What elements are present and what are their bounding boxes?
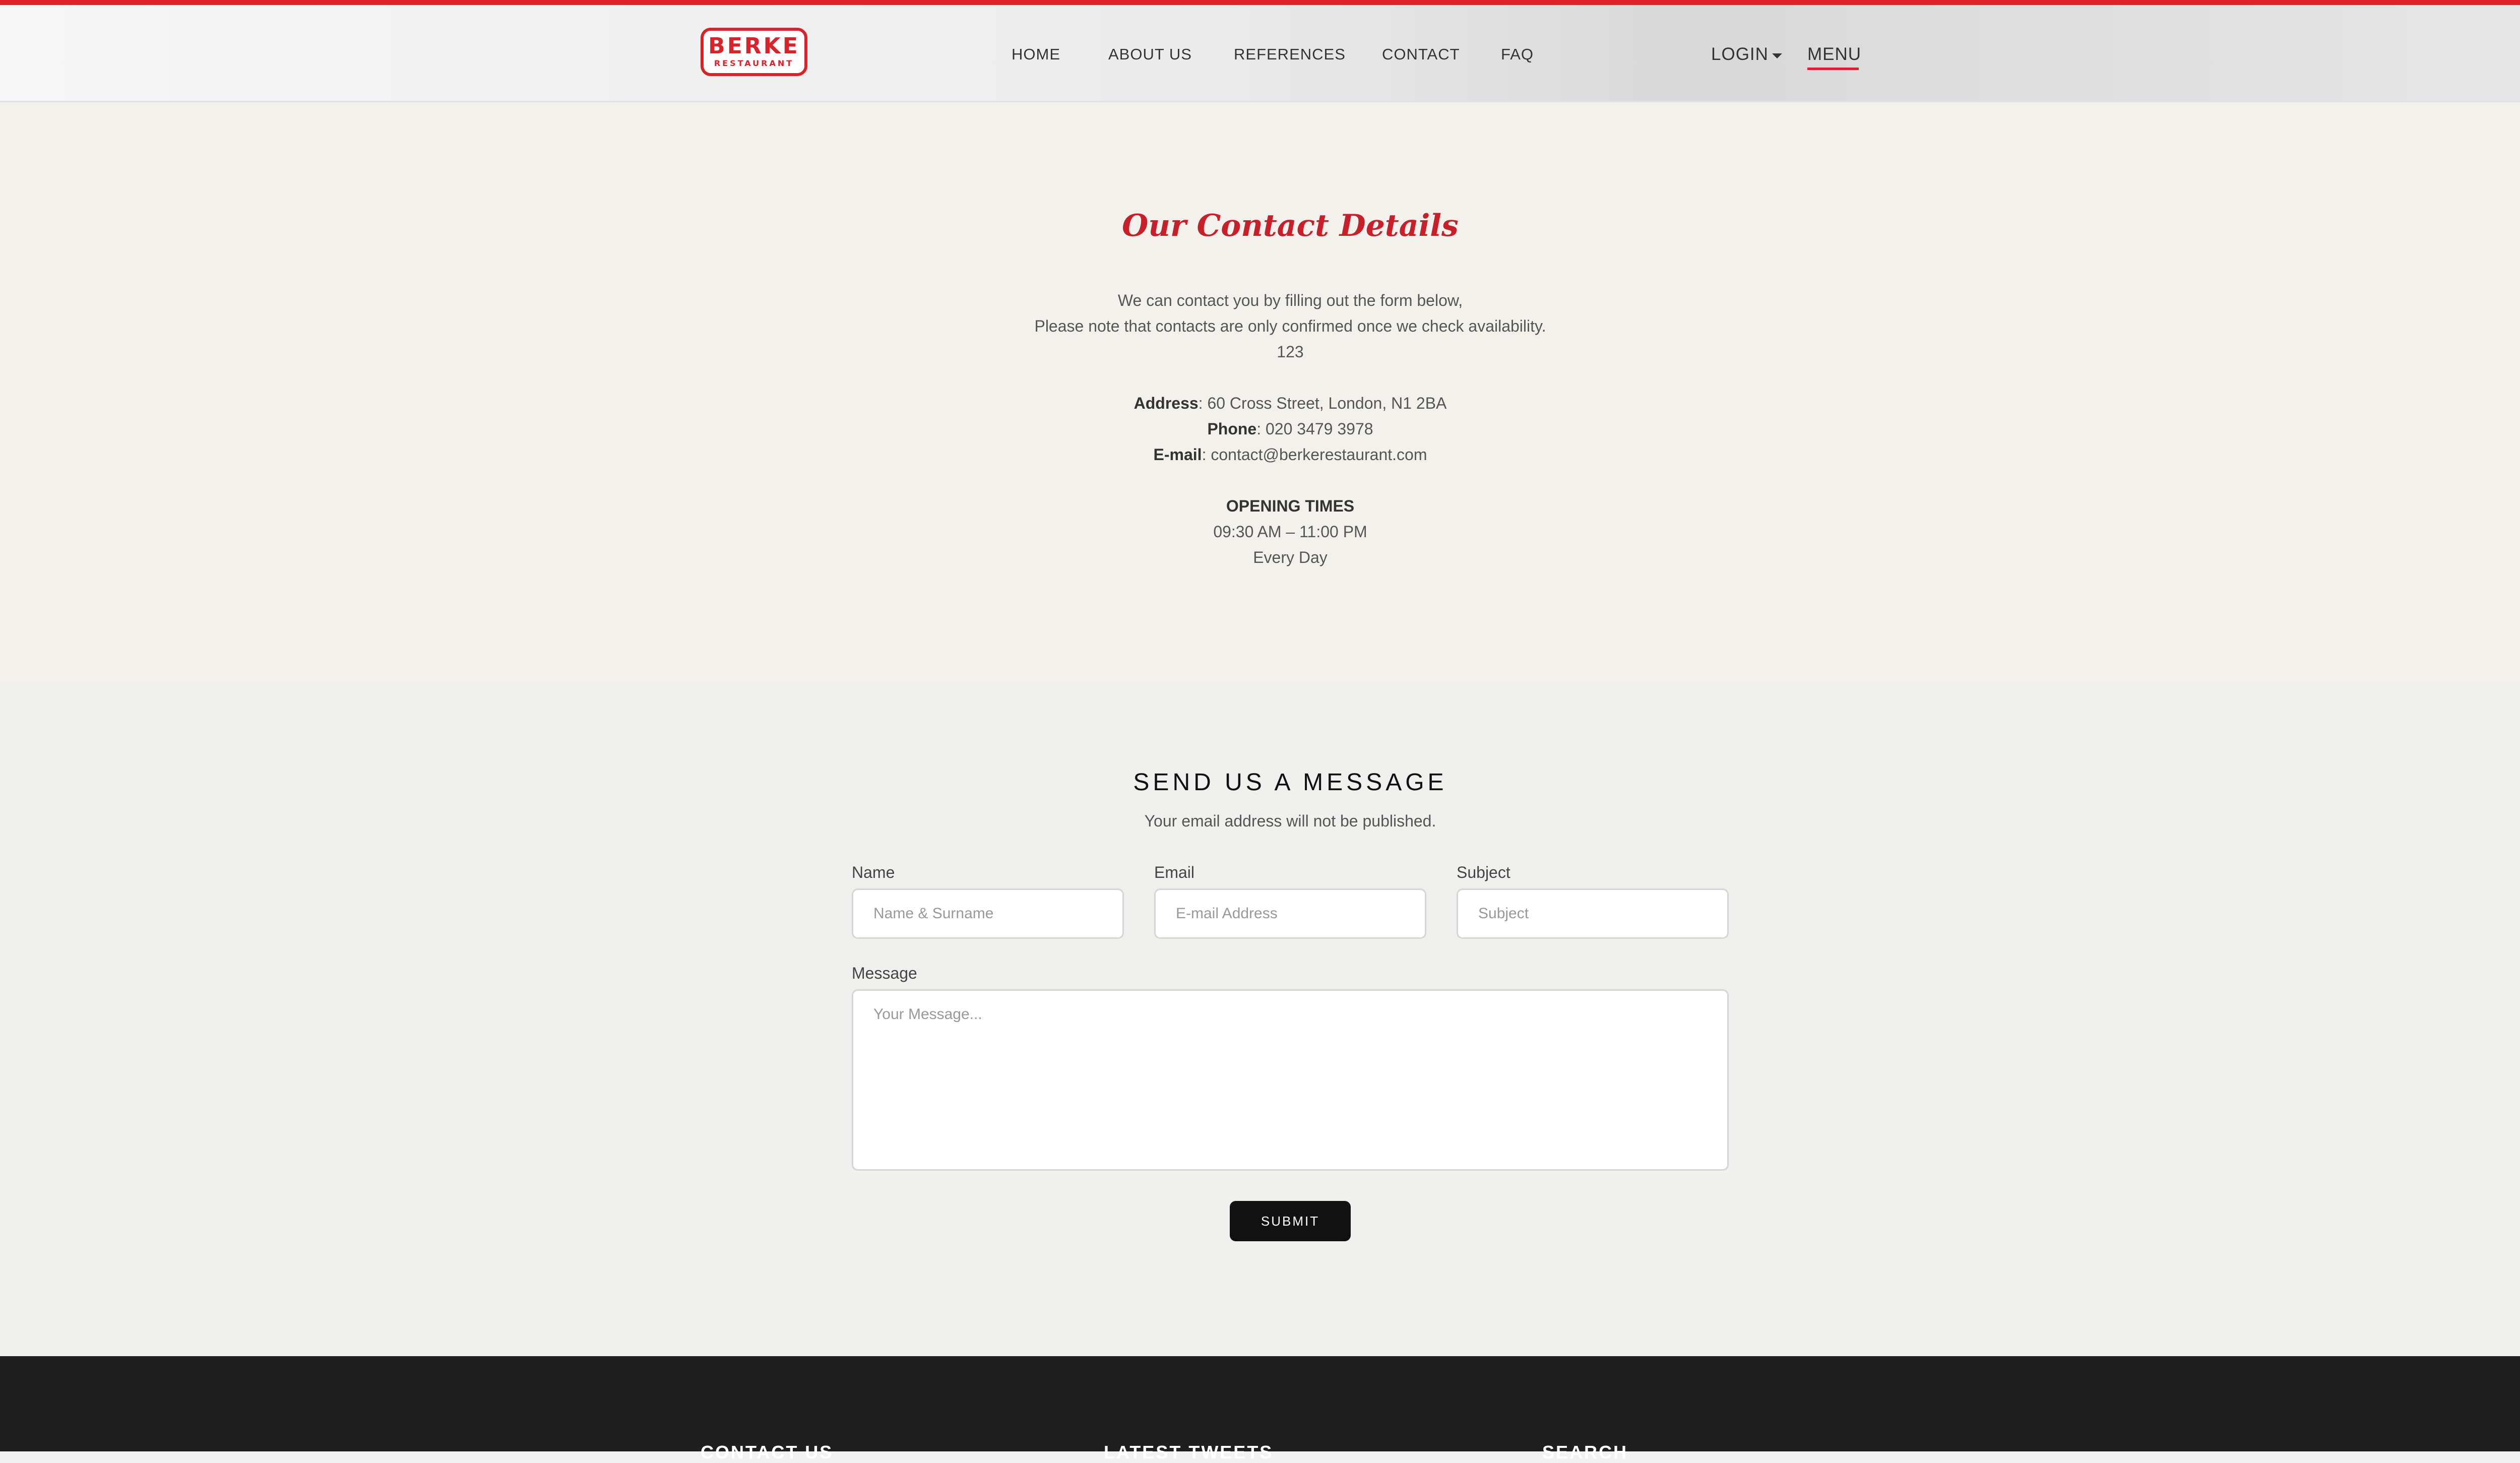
intro-line-1: We can contact you by filling out the fo… [1117,291,1463,309]
menu-button[interactable]: MENU [1807,44,1861,65]
top-accent-bar [0,0,2520,5]
name-input[interactable]: Name & Surname [852,888,1124,939]
address-line: Address: 60 Cross Street, London, N1 2BA [0,394,2520,413]
email-value[interactable]: : contact@berkerestaurant.com [1202,446,1427,464]
caret-down-icon [1772,53,1782,58]
message-label: Message [852,964,917,982]
site-footer: CONTACT US LATEST TWEETS SEARCH [0,1356,2520,1462]
phone-label: Phone [1207,420,1257,438]
message-textarea[interactable]: Your Message... [852,989,1729,1171]
intro-line-3: 123 [1277,343,1304,361]
opening-times-title: OPENING TIMES [1226,497,1355,515]
main-nav: HOME ABOUT US REFERENCES CONTACT FAQ [0,45,2520,66]
message-form-section: SEND US A MESSAGE Your email address wil… [0,682,2520,1356]
footer-search-heading: SEARCH [1542,1442,1628,1462]
email-input[interactable]: E-mail Address [1154,888,1426,939]
subject-input[interactable]: Subject [1457,888,1729,939]
subject-label: Subject [1457,863,1510,881]
email-line: E-mail: contact@berkerestaurant.com [0,446,2520,464]
footer-contact-us-heading: CONTACT US [701,1442,834,1462]
nav-references[interactable]: REFERENCES [1234,45,1346,63]
footer-latest-tweets-heading: LATEST TWEETS [1104,1442,1274,1462]
opening-hours: 09:30 AM – 11:00 PM [1213,523,1367,541]
name-label: Name [852,863,895,881]
nav-home[interactable]: HOME [1012,45,1060,63]
address-label: Address [1133,394,1199,412]
email-label: E-mail [1153,446,1202,464]
login-dropdown[interactable]: LOGIN [1711,44,1769,65]
address-value: : 60 Cross Street, London, N1 2BA [1198,394,1447,412]
nav-about-us[interactable]: ABOUT US [1108,45,1192,63]
phone-line: Phone: 020 3479 3978 [0,420,2520,438]
intro-line-2: Please note that contacts are only confi… [1034,317,1546,335]
contact-details-section: Our Contact Details We can contact you b… [0,102,2520,682]
site-header: BERKE RESTAURANT HOME ABOUT US REFERENCE… [0,5,2520,102]
opening-days: Every Day [1253,548,1328,566]
nav-contact[interactable]: CONTACT [1382,45,1460,63]
menu-underline [1807,68,1859,70]
nav-faq[interactable]: FAQ [1501,45,1534,63]
phone-value: : 020 3479 3978 [1256,420,1373,438]
email-field-label: Email [1154,863,1195,881]
submit-button[interactable]: SUBMIT [1230,1201,1351,1241]
form-subtitle: Your email address will not be published… [1144,812,1436,830]
form-title: SEND US A MESSAGE [1133,769,1447,796]
contact-details-title: Our Contact Details [1122,208,1459,243]
